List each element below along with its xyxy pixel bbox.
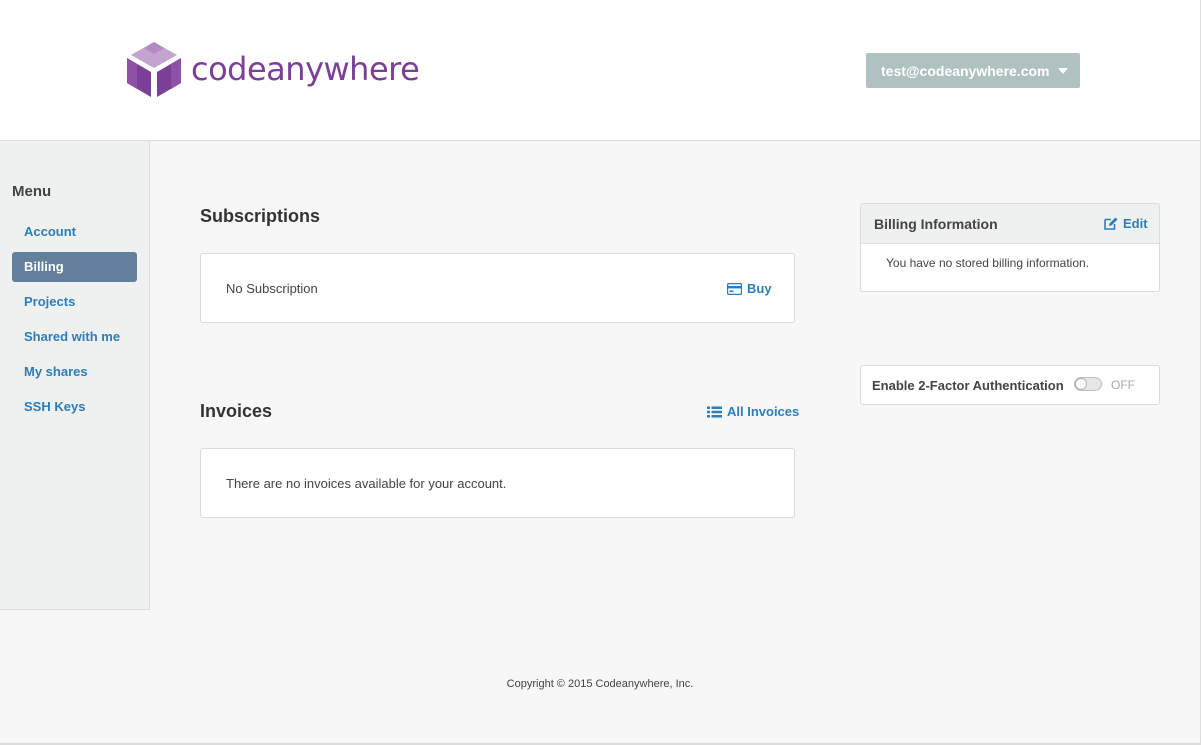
billing-information-title: Billing Information xyxy=(874,216,998,232)
caret-down-icon xyxy=(1058,68,1068,74)
invoices-panel: There are no invoices available for your… xyxy=(200,448,795,518)
footer-copyright: Copyright © 2015 Codeanywhere, Inc. xyxy=(506,678,694,690)
edit-icon xyxy=(1104,217,1118,230)
sidebar-item-billing[interactable]: Billing xyxy=(12,252,137,282)
buy-label: Buy xyxy=(747,281,772,296)
two-factor-state: OFF xyxy=(1111,378,1135,392)
two-factor-card: Enable 2-Factor Authentication OFF xyxy=(860,365,1160,405)
sidebar-item-ssh-keys[interactable]: SSH Keys xyxy=(12,392,137,422)
toggle-knob xyxy=(1075,378,1087,390)
billing-information-message: You have no stored billing information. xyxy=(886,256,1090,270)
edit-billing-button[interactable]: Edit xyxy=(1104,216,1148,231)
cube-logo-icon xyxy=(127,42,181,97)
logo-wordmark: codeanywhere xyxy=(191,49,420,88)
sidebar-menu: Account Billing Projects Shared with me … xyxy=(12,217,137,427)
all-invoices-link[interactable]: All Invoices xyxy=(707,404,799,419)
subscriptions-title: Subscriptions xyxy=(200,206,321,226)
user-account-dropdown[interactable]: test@codeanywhere.com xyxy=(866,53,1080,88)
credit-card-icon xyxy=(727,282,742,295)
list-icon xyxy=(707,406,722,417)
sidebar-item-shared-with-me[interactable]: Shared with me xyxy=(12,322,137,352)
sidebar-item-my-shares[interactable]: My shares xyxy=(12,357,137,387)
two-factor-label: Enable 2-Factor Authentication xyxy=(872,378,1064,393)
menu-title: Menu xyxy=(12,183,52,200)
settings-sidebar: Menu Account Billing Projects Shared wit… xyxy=(0,141,150,610)
billing-information-header: Billing Information Edit xyxy=(861,204,1159,244)
two-factor-toggle[interactable] xyxy=(1074,377,1102,391)
invoices-title: Invoices xyxy=(200,401,273,421)
invoices-empty-message: There are no invoices available for your… xyxy=(226,476,507,491)
all-invoices-label: All Invoices xyxy=(727,404,800,419)
subscription-panel: No Subscription Buy xyxy=(200,253,795,323)
user-email: test@codeanywhere.com xyxy=(881,62,1050,79)
billing-information-card: Billing Information Edit You have no sto… xyxy=(860,203,1160,292)
sidebar-item-account[interactable]: Account xyxy=(12,217,137,247)
top-header: codeanywhere test@codeanywhere.com xyxy=(0,0,1200,141)
buy-button[interactable]: Buy xyxy=(727,281,772,296)
codeanywhere-logo[interactable]: codeanywhere xyxy=(127,42,420,97)
edit-label: Edit xyxy=(1123,216,1148,231)
subscription-status: No Subscription xyxy=(226,281,318,296)
sidebar-item-projects[interactable]: Projects xyxy=(12,287,137,317)
